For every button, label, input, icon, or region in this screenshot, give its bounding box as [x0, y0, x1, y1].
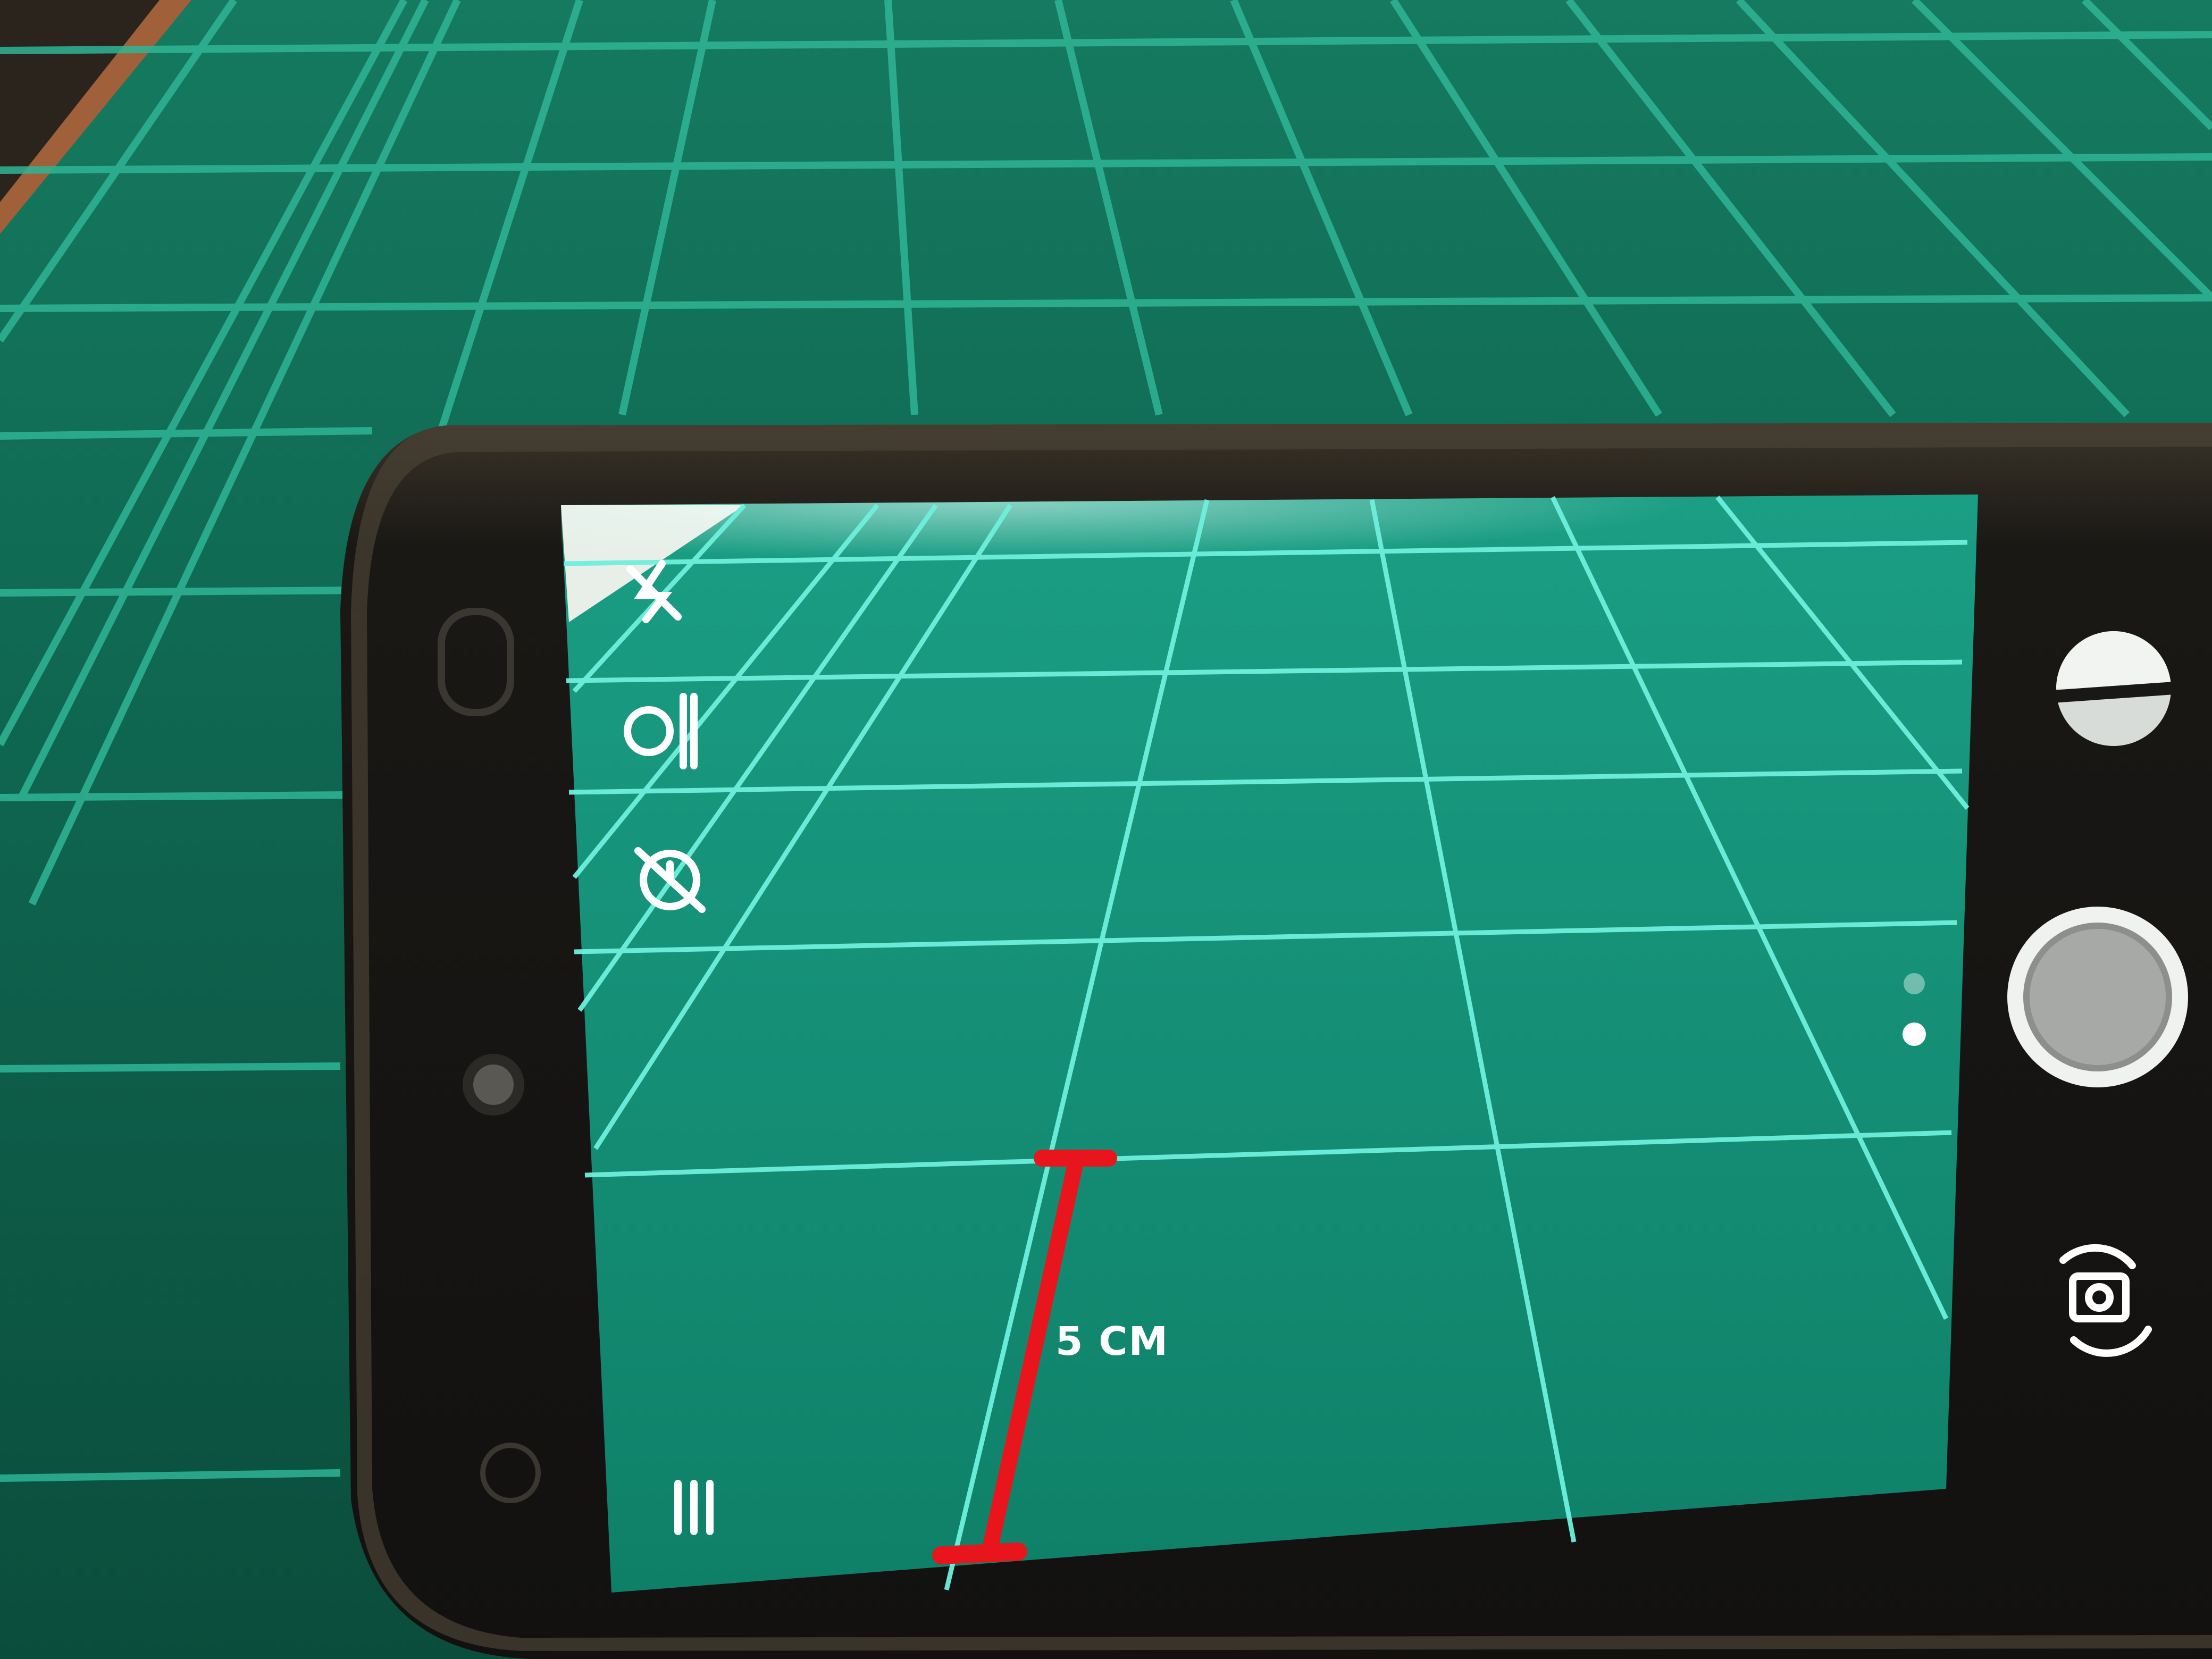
viewfinder: [561, 495, 1978, 1593]
measurement-label: 5 CM: [1055, 1319, 1169, 1364]
mode-dot-active[interactable]: [1903, 1023, 1926, 1046]
photo-scene: [0, 0, 2212, 1659]
mode-dot-inactive[interactable]: [1904, 973, 1925, 994]
measure-cap-bottom: [932, 1543, 1027, 1564]
shutter-button[interactable]: [2007, 907, 2188, 1087]
